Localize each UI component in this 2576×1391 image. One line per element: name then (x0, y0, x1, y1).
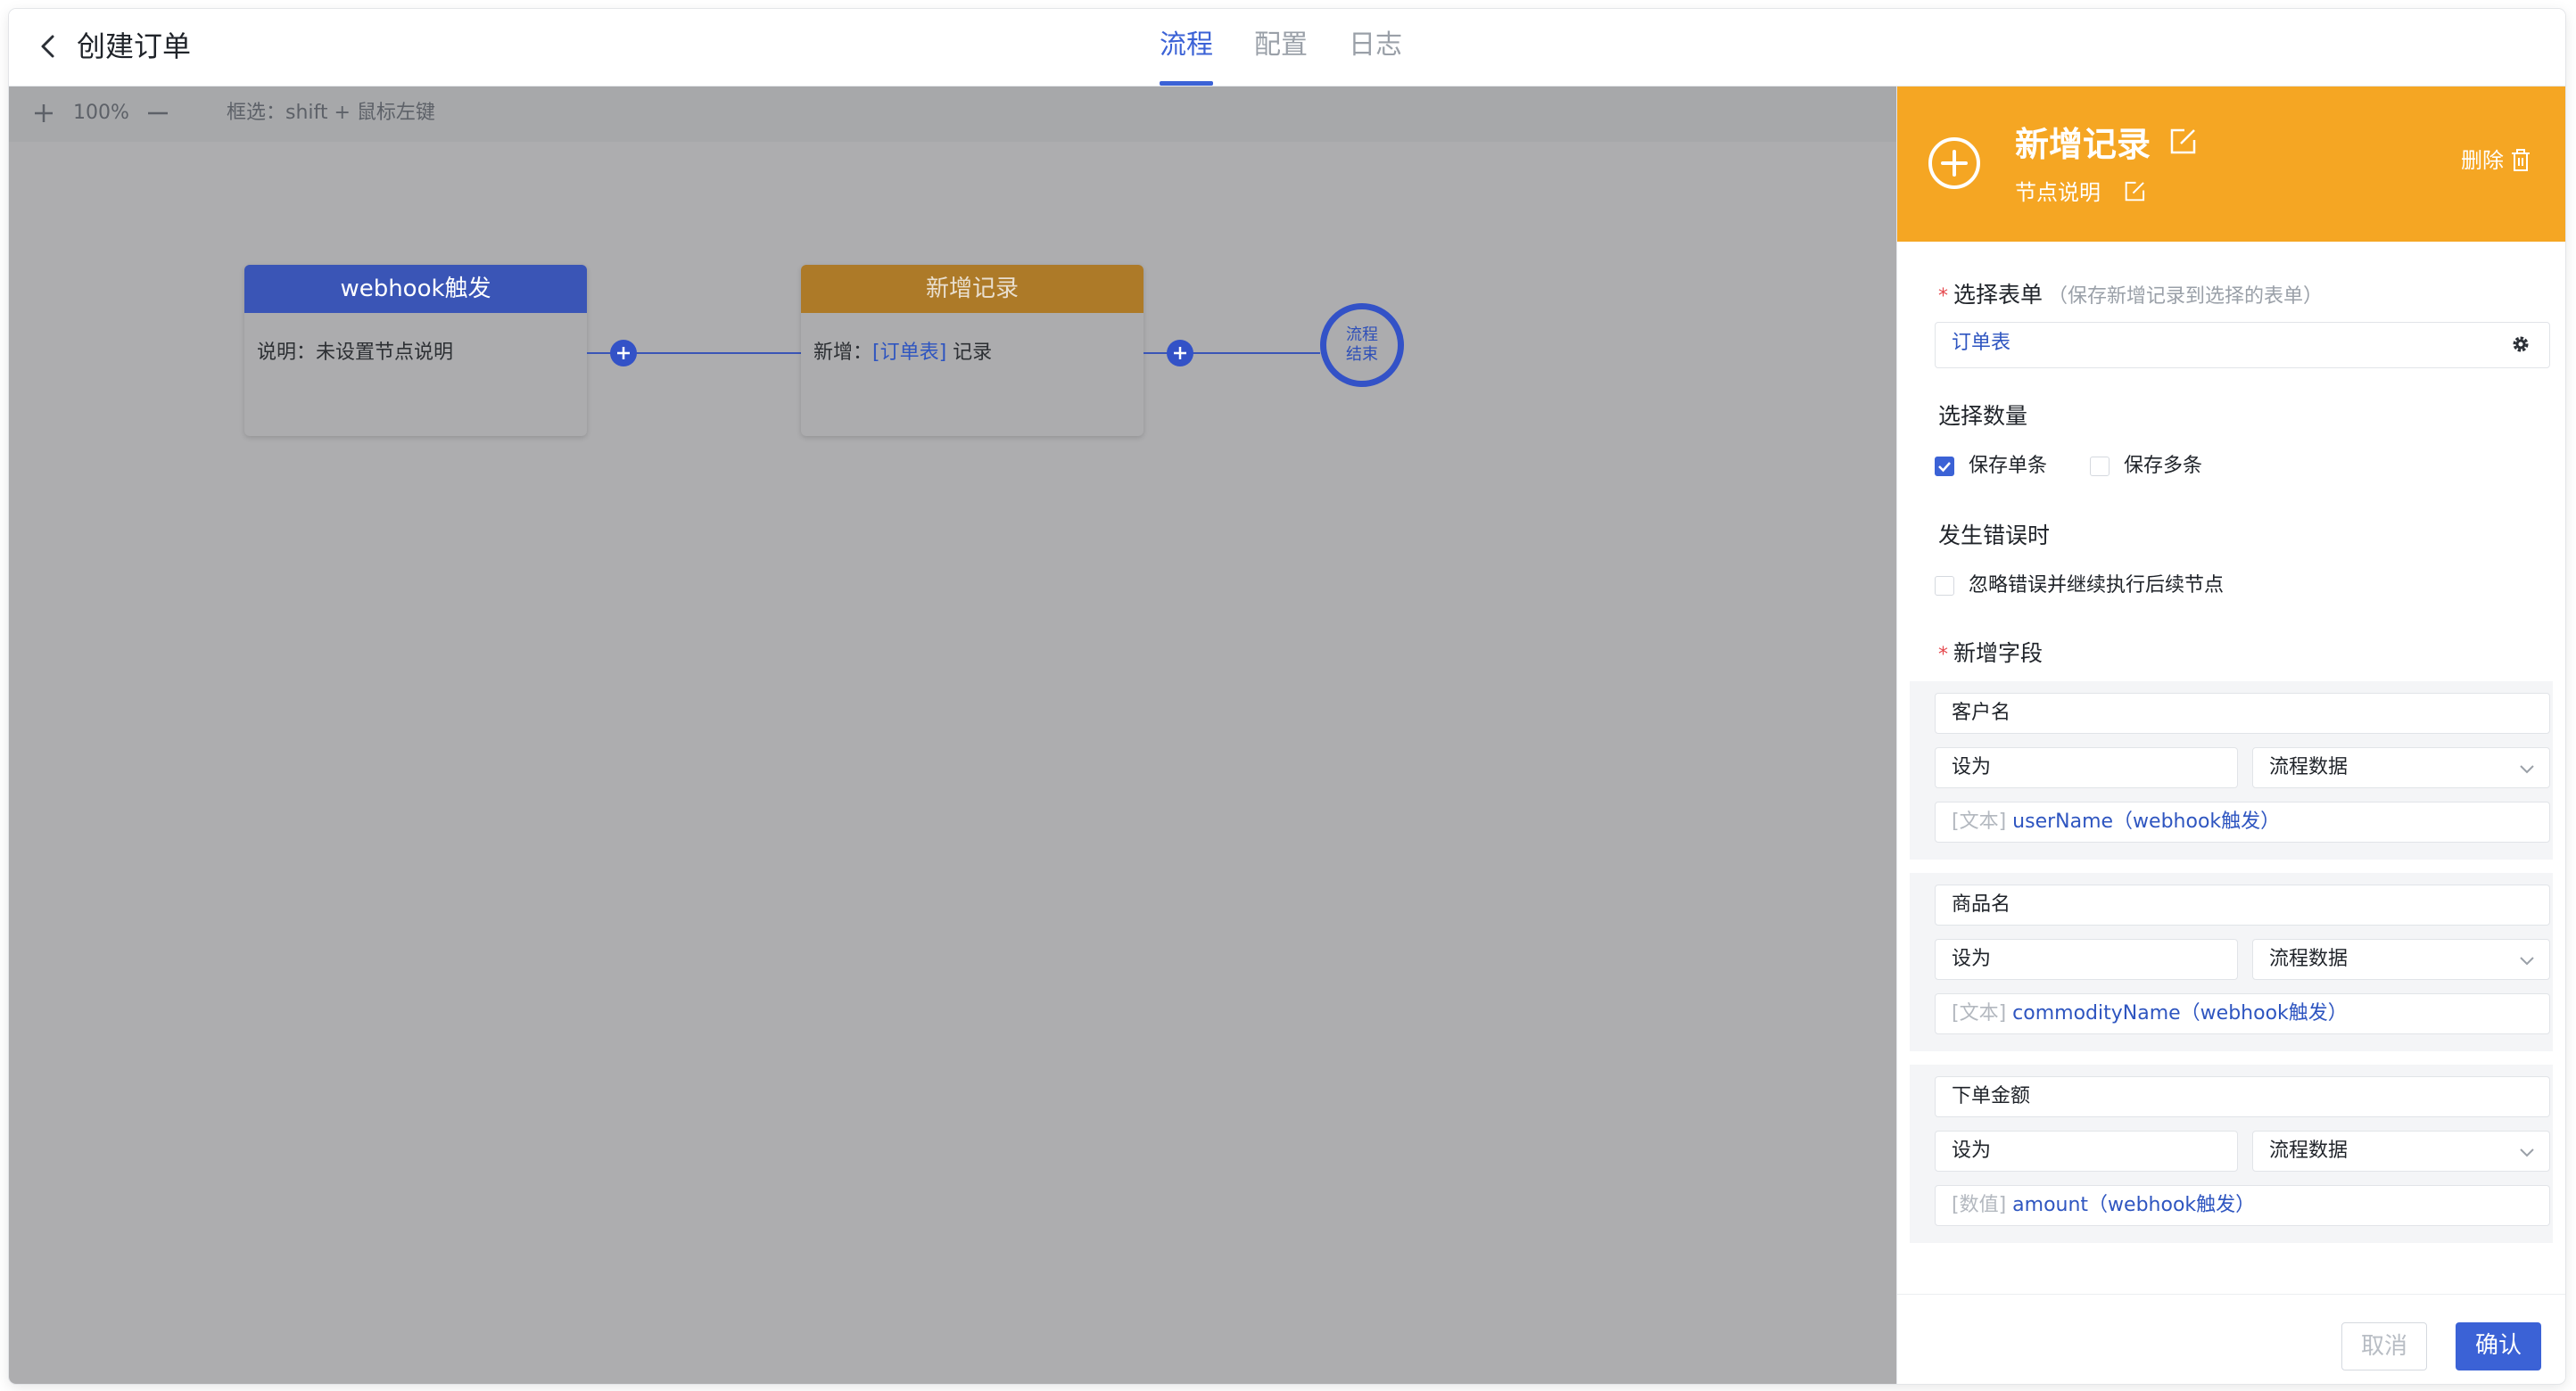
field-value-text: commodityName（webhook触发） (2012, 1002, 2348, 1025)
page-title: 创建订单 (77, 29, 192, 63)
panel-footer-divider (1897, 1294, 2565, 1295)
required-mark: * (1938, 285, 1948, 308)
chevron-down-icon (2520, 957, 2534, 966)
field-value-text: amount（webhook触发） (2012, 1194, 2256, 1216)
save-single-checkbox[interactable] (1935, 457, 1954, 476)
trigger-desc-text: 未设置节点说明 (316, 342, 454, 364)
field-op-value: 设为 (1952, 948, 1992, 970)
zoom-out-icon[interactable] (144, 100, 171, 127)
quantity-label: 选择数量 (1938, 403, 2028, 429)
tab-bar: 流程 配置 日志 (1160, 9, 1443, 86)
add-circle-icon (1928, 137, 1980, 189)
field-name-input[interactable]: 下单金额 (1935, 1076, 2550, 1117)
field-source-value: 流程数据 (2269, 1140, 2349, 1162)
select-hint: 框选：shift + 鼠标左键 (227, 102, 435, 124)
field-name-value: 客户名 (1952, 702, 2011, 724)
edit-icon[interactable] (2167, 126, 2199, 158)
form-select-hint: （保存新增记录到选择的表单） (2048, 285, 2324, 308)
field-value-text: userName（webhook触发） (2012, 811, 2281, 833)
form-select-label: * 选择表单 （保存新增记录到选择的表单） (1938, 279, 2323, 313)
confirm-button[interactable]: 确认 (2456, 1322, 2541, 1370)
end-node-line1: 流程 (1346, 325, 1378, 344)
field-name-input[interactable]: 客户名 (1935, 693, 2550, 734)
delete-button[interactable]: 删除 (2461, 145, 2531, 176)
add-node-icon[interactable] (609, 339, 638, 367)
field-value-input[interactable]: [文本] commodityName（webhook触发） (1935, 993, 2550, 1034)
panel-header: 新增记录 节点说明 删除 (1897, 86, 2565, 242)
panel-subtitle: 节点说明 (2015, 180, 2101, 205)
field-name-input[interactable]: 商品名 (1935, 885, 2550, 926)
field-op-value: 设为 (1952, 1140, 1992, 1162)
field-type-tag: [文本] (1952, 1002, 2007, 1025)
field-source-select[interactable]: 流程数据 (2252, 939, 2550, 980)
add-node-icon[interactable] (1166, 339, 1194, 367)
ignore-error-checkbox[interactable] (1935, 576, 1954, 596)
field-source-select[interactable]: 流程数据 (2252, 1131, 2550, 1172)
field-source-value: 流程数据 (2269, 756, 2349, 778)
end-node-line2: 结束 (1346, 345, 1378, 364)
trigger-node[interactable]: webhook触发 说明：未设置节点说明 (244, 265, 587, 436)
edit-icon[interactable] (2122, 179, 2147, 204)
form-select-label-text: 选择表单 (1953, 282, 2043, 308)
field-source-select[interactable]: 流程数据 (2252, 747, 2550, 788)
field-op-select[interactable]: 设为 (1935, 939, 2238, 980)
panel-title: 新增记录 (2015, 125, 2151, 164)
form-select-value: 订单表 (1952, 332, 2011, 354)
field-value-input[interactable]: [数值] amount（webhook触发） (1935, 1185, 2550, 1226)
field-op-select[interactable]: 设为 (1935, 1131, 2238, 1172)
save-multiple-label: 保存多条 (2124, 455, 2203, 477)
field-type-tag: [文本] (1952, 811, 2007, 833)
new-fields-label: * 新增字段 (1938, 638, 2043, 671)
required-mark: * (1938, 644, 1948, 666)
flow-end-node[interactable]: 流程 结束 (1320, 303, 1404, 387)
gear-icon[interactable] (2510, 333, 2531, 355)
top-bar: 创建订单 流程 配置 日志 (9, 9, 2565, 86)
field-op-value: 设为 (1952, 756, 1992, 778)
add-record-desc-link[interactable]: [订单表] (872, 342, 946, 364)
cancel-button[interactable]: 取消 (2341, 1322, 2427, 1370)
zoom-level: 100% (73, 102, 129, 124)
trigger-desc-prefix: 说明： (257, 342, 317, 364)
add-record-desc-suffix: 记录 (946, 342, 993, 364)
app-window: 创建订单 流程 配置 日志 100% 框选：shift + 鼠标左键 webho… (9, 9, 2565, 1384)
zoom-in-icon[interactable] (30, 100, 57, 127)
check-icon (1938, 462, 1951, 473)
field-op-select[interactable]: 设为 (1935, 747, 2238, 788)
field-name-value: 商品名 (1952, 893, 2011, 916)
tab-config[interactable]: 配置 (1254, 9, 1308, 86)
trigger-node-title: webhook触发 (244, 265, 587, 313)
add-record-desc-prefix: 新增： (813, 342, 873, 364)
trigger-node-desc: 说明：未设置节点说明 (244, 313, 587, 388)
save-single-label: 保存单条 (1969, 455, 2048, 477)
chevron-left-icon[interactable] (34, 32, 62, 61)
chevron-down-icon (2520, 1148, 2534, 1157)
field-name-value: 下单金额 (1952, 1085, 2031, 1107)
error-label: 发生错误时 (1938, 523, 2051, 548)
ignore-error-label: 忽略错误并继续执行后续节点 (1969, 574, 2225, 597)
save-multiple-checkbox[interactable] (2090, 457, 2110, 476)
add-record-node[interactable]: 新增记录 新增：[订单表] 记录 (801, 265, 1144, 436)
tab-flow[interactable]: 流程 (1160, 9, 1213, 86)
canvas-toolbar: 100% 框选：shift + 鼠标左键 (9, 86, 1897, 142)
field-value-input[interactable]: [文本] userName（webhook触发） (1935, 802, 2550, 843)
new-fields-label-text: 新增字段 (1953, 640, 2043, 666)
node-config-panel: 新增记录 节点说明 删除 * 选择表单 （保存新增记录到选择的表单） 订单表 选… (1897, 86, 2565, 1384)
field-source-value: 流程数据 (2269, 948, 2349, 970)
form-select-field[interactable]: 订单表 (1935, 322, 2550, 368)
tab-log[interactable]: 日志 (1349, 9, 1402, 86)
add-record-node-title: 新增记录 (801, 265, 1144, 313)
flow-canvas[interactable]: 100% 框选：shift + 鼠标左键 webhook触发 说明：未设置节点说… (9, 86, 1897, 1384)
chevron-down-icon (2520, 765, 2534, 774)
field-type-tag: [数值] (1952, 1194, 2007, 1216)
delete-label: 删除 (2461, 148, 2504, 173)
trash-icon (2512, 149, 2530, 171)
add-record-node-desc: 新增：[订单表] 记录 (801, 313, 1144, 388)
